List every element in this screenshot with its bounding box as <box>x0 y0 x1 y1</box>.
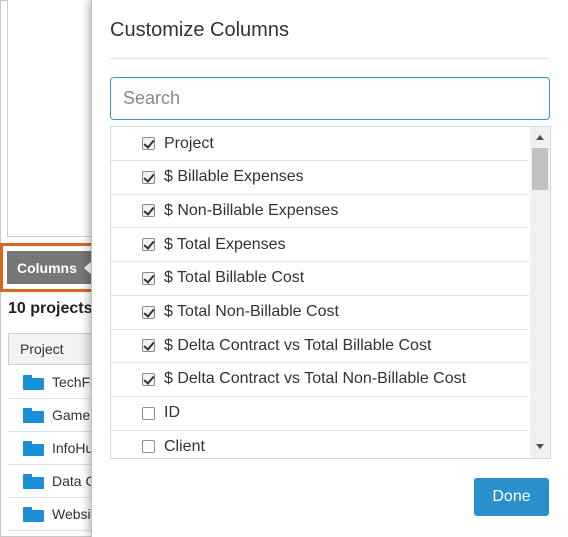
project-row[interactable]: Website <box>8 498 98 531</box>
dialog-title: Customize Columns <box>110 19 289 41</box>
checkbox-checked[interactable] <box>142 238 155 252</box>
search-input[interactable] <box>110 77 550 120</box>
column-option[interactable]: $ Non-Billable Expenses <box>111 194 529 229</box>
column-option-label: $ Delta Contract vs Total Billable Cost <box>164 336 432 354</box>
folder-icon <box>23 407 44 423</box>
project-row[interactable]: Game <box>8 399 98 432</box>
checkbox-checked[interactable] <box>142 204 155 218</box>
columns-list: Project $ Billable Expenses $ Non-Billable… <box>110 126 551 459</box>
checkbox-checked[interactable] <box>142 137 155 150</box>
column-option[interactable]: $ Total Expenses <box>111 228 529 263</box>
customize-columns-dialog: Customize Columns Project $ Billable Expe… <box>91 0 568 537</box>
scroll-up-icon[interactable] <box>536 135 544 140</box>
project-row[interactable]: InfoHub <box>8 432 98 465</box>
content-panel <box>7 0 97 237</box>
checkbox-checked[interactable] <box>142 271 155 285</box>
list-scrollbar[interactable] <box>530 127 550 458</box>
column-option-label: $ Total Expenses <box>164 235 286 253</box>
checkbox-unchecked[interactable] <box>142 406 155 420</box>
column-option-label: $ Non-Billable Expenses <box>164 201 339 219</box>
column-option[interactable]: Project <box>111 127 529 161</box>
column-option-label: ID <box>164 404 180 422</box>
checkbox-unchecked[interactable] <box>142 440 155 454</box>
done-button[interactable]: Done <box>474 478 549 516</box>
scroll-thumb[interactable] <box>532 148 548 190</box>
column-option[interactable]: $ Billable Expenses <box>111 161 529 195</box>
columns-button-label: Columns <box>17 259 77 276</box>
checkbox-checked[interactable] <box>142 372 155 386</box>
checkbox-checked[interactable] <box>142 339 155 353</box>
column-option[interactable]: $ Total Billable Cost <box>111 262 529 296</box>
folder-icon <box>23 440 44 456</box>
column-option-label: Client <box>164 437 205 455</box>
folder-icon <box>23 506 44 522</box>
column-option[interactable]: $ Delta Contract vs Total Billable Cost <box>111 329 529 364</box>
column-option-label: $ Billable Expenses <box>164 168 304 186</box>
project-row[interactable]: TechFair <box>8 366 98 399</box>
checkbox-checked[interactable] <box>142 305 155 319</box>
column-option[interactable]: $ Total Non-Billable Cost <box>111 296 529 330</box>
column-option-label: $ Delta Contract vs Total Non-Billable C… <box>164 370 467 388</box>
column-option[interactable]: Client <box>111 430 529 458</box>
title-divider <box>110 58 550 59</box>
project-name: Game <box>52 407 91 423</box>
column-option-label: Project <box>164 134 214 152</box>
column-header-label: Project <box>20 341 64 357</box>
scroll-down-icon[interactable] <box>536 444 544 449</box>
folder-icon <box>23 473 44 489</box>
project-row[interactable]: Data Center <box>8 465 98 498</box>
folder-icon <box>23 374 44 390</box>
column-option[interactable]: ID <box>111 397 529 431</box>
column-header-project[interactable]: Project <box>8 333 98 365</box>
column-option-label: $ Total Billable Cost <box>164 269 305 287</box>
checkbox-checked[interactable] <box>142 170 155 184</box>
projects-count: 10 projects <box>8 300 93 317</box>
columns-button[interactable]: Columns <box>7 251 92 284</box>
column-option-label: $ Total Non-Billable Cost <box>164 303 339 320</box>
column-option[interactable]: $ Delta Contract vs Total Non-Billable C… <box>111 363 529 397</box>
